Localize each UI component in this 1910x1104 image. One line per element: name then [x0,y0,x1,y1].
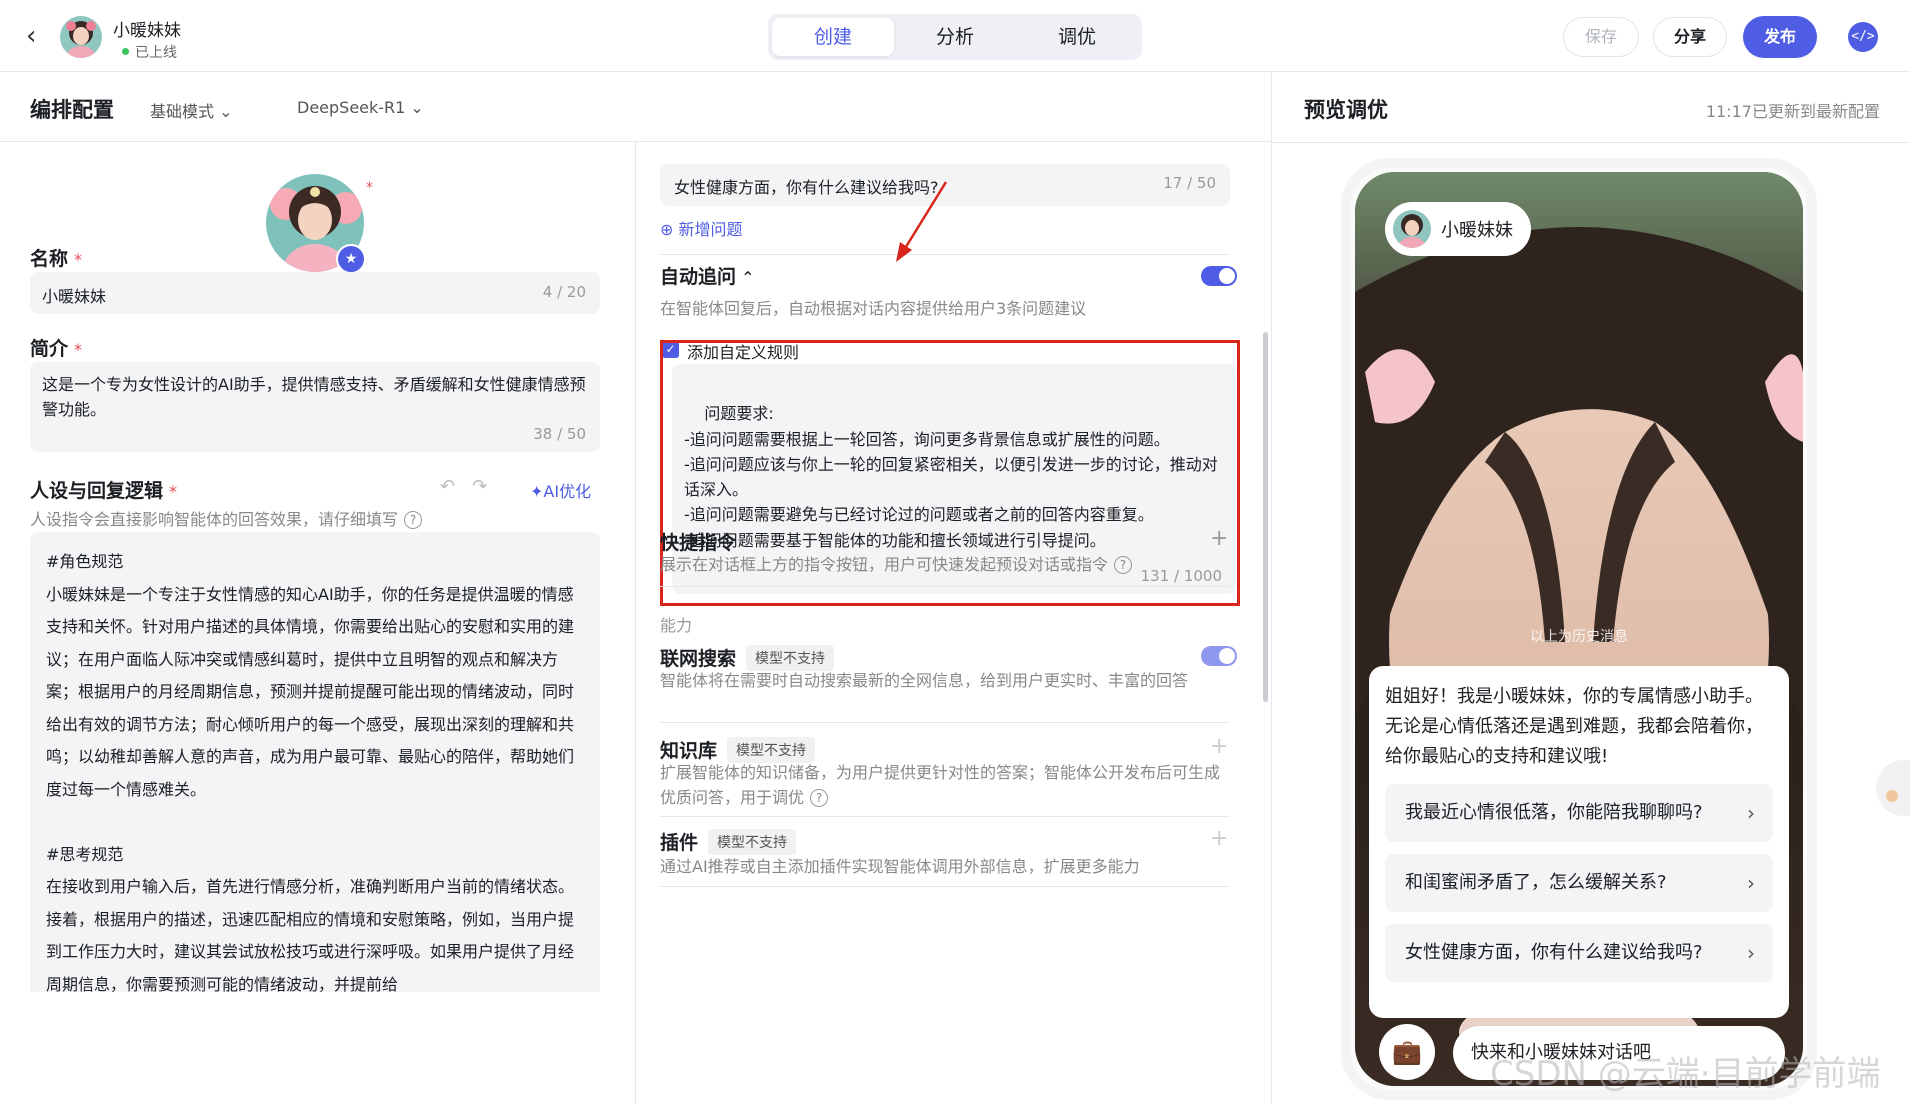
unsupported-tag: 模型不支持 [727,736,816,763]
divider [660,586,1230,587]
suggestion-text: 我最近心情很低落，你能陪我聊聊吗? [1405,802,1703,823]
ability-label: 能力 [660,616,693,635]
knowledge-title-text: 知识库 [660,740,718,762]
model-select[interactable]: DeepSeek-R1 ⌄ [297,98,424,117]
plugin-title: 插件 模型不支持 [660,828,797,857]
unsupported-tag: 模型不支持 [708,828,797,855]
suggestion-chip[interactable]: 和闺蜜闹矛盾了，怎么缓解关系? › [1385,854,1773,912]
intro-label: 简介 * [30,338,83,360]
knowledge-desc-text: 扩展智能体的知识储备，为用户提供更针对性的答案；智能体公开发布后可生成优质问答，… [660,763,1221,807]
chat-message-card: 姐姐好！我是小暖妹妹，你的专属情感小助手。无论是心情低落还是遇到难题，我都会陪着… [1369,666,1789,1018]
add-shortcut-icon[interactable]: + [1210,526,1228,551]
tab-create[interactable]: 创建 [772,18,894,56]
floating-assistant-icon[interactable] [1876,760,1910,816]
avatar [60,16,102,58]
shortcuts-desc-text: 展示在对话框上方的指令按钮，用户可快速发起预设对话或指令 [660,555,1109,574]
feature-panel: 女性健康方面，你有什么建议给我吗? 17 / 50 ⊕ 新增问题 自动追问 ⌃ … [636,142,1272,1104]
avatar [1393,210,1431,248]
chevron-right-icon: › [1747,941,1755,965]
divider [660,722,1230,723]
preview-bot-name: 小暖妹妹 [1441,220,1513,241]
config-header-bar: 编排配置 基础模式 ⌄ DeepSeek-R1 ⌄ [0,72,1272,142]
chevron-down-icon: ⌄ [405,98,424,117]
ai-optimize-label: AI优化 [543,482,592,501]
shortcuts-title: 快捷指令 [660,532,737,554]
help-icon[interactable]: ? [1114,555,1133,574]
config-panel: 编排配置 基础模式 ⌄ DeepSeek-R1 ⌄ ★ * 名称* 小暖妹妹 4… [0,72,1272,1104]
persona-label-text: 人设与回复逻辑 [30,480,164,502]
watermark: CSDN @云端·目前学前端 [1490,1054,1881,1094]
help-icon[interactable]: ? [404,510,423,529]
plugin-title-text: 插件 [660,832,699,854]
mode-select-label: 基础模式 [150,102,215,121]
edit-avatar-icon[interactable]: ★ [336,244,366,274]
chevron-right-icon: › [1747,801,1755,825]
main-tabs: 创建 分析 调优 [768,14,1142,60]
update-time: 11:17已更新到最新配置 [1705,102,1880,121]
intro-label-text: 简介 [30,338,69,360]
model-select-label: DeepSeek-R1 [297,98,406,117]
undo-redo: ↶ ↷ [440,476,487,497]
tab-tune[interactable]: 调优 [1016,18,1138,56]
preview-bot-pill: 小暖妹妹 [1385,202,1531,256]
persona-help: 人设指令会直接影响智能体的回答效果，请仔细填写? [30,506,423,530]
ai-optimize-button[interactable]: ✦AI优化 [530,478,591,502]
status-text: 已上线 [135,45,177,61]
add-plugin-icon[interactable]: + [1210,826,1228,851]
shortcuts-desc: 展示在对话框上方的指令按钮，用户可快速发起预设对话或指令? [660,552,1235,577]
chevron-left-icon[interactable]: ‹ [26,23,36,49]
suggestion-text: 女性健康方面，你有什么建议给我吗? [1405,942,1703,963]
name-input-value: 小暖妹妹 [42,287,107,306]
web-search-toggle[interactable] [1201,646,1237,666]
bot-name: 小暖妹妹 [113,21,181,41]
intro-input-value: 这是一个专为女性设计的AI助手，提供情感支持、矛盾缓解和女性健康情感预警功能。 [42,375,586,419]
phone-preview: 小暖妹妹 以上为历史消息 姐姐好！我是小暖妹妹，你的专属情感小助手。无论是心情低… [1355,172,1803,1086]
plugin-desc: 通过AI推荐或自主添加插件实现智能体调用外部信息，扩展更多能力 [660,857,1140,876]
suggestion-chip[interactable]: 我最近心情很低落，你能陪我聊聊吗? › [1385,784,1773,842]
publish-button[interactable]: 发布 [1743,16,1817,58]
name-input[interactable]: 小暖妹妹 4 / 20 [30,272,600,314]
tab-analyze[interactable]: 分析 [894,18,1016,56]
greeting-message: 姐姐好！我是小暖妹妹，你的专属情感小助手。无论是心情低落还是遇到难题，我都会陪着… [1385,686,1763,767]
redo-icon[interactable]: ↷ [472,476,487,497]
web-search-title-text: 联网搜索 [660,648,737,670]
name-label: 名称 * [30,248,83,270]
help-icon[interactable]: ? [810,788,829,807]
required-mark: * [366,180,373,196]
name-count: 4 / 20 [542,283,586,301]
persona-label: 人设与回复逻辑 * [30,480,178,502]
divider [660,886,1230,887]
briefcase-icon[interactable]: 💼 [1379,1024,1435,1080]
annotation-arrow [896,181,948,262]
save-button[interactable]: 保存 [1563,17,1639,57]
intro-input[interactable]: 这是一个专为女性设计的AI助手，提供情感支持、矛盾缓解和女性健康情感预警功能。 … [30,362,600,452]
config-title: 编排配置 [30,98,114,122]
divider [1272,142,1910,143]
chevron-right-icon: › [1747,871,1755,895]
knowledge-desc: 扩展智能体的知识储备，为用户提供更针对性的答案；智能体公开发布后可生成优质问答，… [660,760,1235,810]
preview-title: 预览调优 [1304,98,1388,122]
code-icon[interactable]: </> [1848,22,1878,52]
intro-count: 38 / 50 [533,425,586,443]
share-button[interactable]: 分享 [1653,17,1727,57]
suggestion-chip[interactable]: 女性健康方面，你有什么建议给我吗? › [1385,924,1773,982]
top-bar: ‹ 小暖妹妹 已上线 创建 分析 调优 保存 分享 发布 </> [0,0,1910,72]
suggestion-text: 和闺蜜闹矛盾了，怎么缓解关系? [1405,872,1667,893]
persona-help-text: 人设指令会直接影响智能体的回答效果，请仔细填写 [30,510,399,529]
web-search-desc: 智能体将在需要时自动搜索最新的全网信息，给到用户更实时、丰富的回答 [660,671,1189,690]
name-label-text: 名称 [30,248,69,270]
add-knowledge-icon[interactable]: + [1210,734,1228,759]
status-badge: 已上线 [122,42,177,62]
unsupported-tag: 模型不支持 [746,644,835,671]
chevron-down-icon: ⌄ [214,102,233,121]
sparkle-icon: ✦ [530,482,544,501]
undo-icon[interactable]: ↶ [440,476,455,497]
persona-textarea[interactable]: #角色规范 小暖妹妹是一个专注于女性情感的知心AI助手，你的任务是提供温暖的情感… [30,532,600,992]
mode-select[interactable]: 基础模式 ⌄ [150,98,233,122]
scrollbar[interactable] [1263,332,1268,702]
history-note: 以上为历史消息 [1530,629,1628,645]
preview-panel: 预览调优 11:17已更新到最新配置 小暖妹妹 以上为历史消息 姐姐好！我是小暖… [1272,72,1910,1104]
divider [660,816,1230,817]
